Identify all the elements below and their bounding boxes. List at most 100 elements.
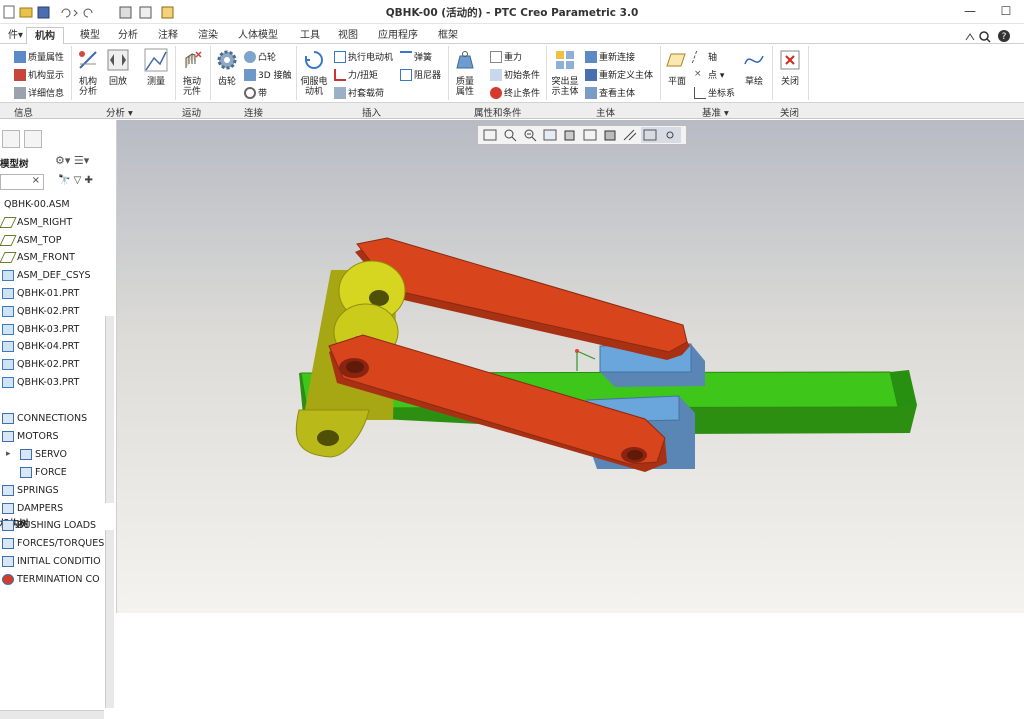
tab-view[interactable]: 视图 — [330, 27, 366, 44]
tab-framework[interactable]: 框架 — [430, 27, 466, 44]
mech-tree-item-force[interactable]: FORCE — [20, 464, 67, 481]
expand-arrow-icon[interactable]: ▸ — [6, 449, 11, 459]
tab-tools[interactable]: 工具 — [292, 27, 328, 44]
highlight-bodies-button[interactable]: 突出显示主体 — [548, 48, 582, 97]
model-tree-item[interactable]: ASM_DEF_CSYS — [2, 267, 91, 284]
servo-motor-button[interactable]: 伺服电动机 — [298, 48, 330, 97]
mech-tree-item-motors[interactable]: MOTORS — [2, 428, 59, 445]
model-tree-item[interactable]: QBHK-00.ASM — [4, 196, 70, 213]
mech-tree-item-termination-conditions[interactable]: TERMINATION CO — [2, 571, 100, 588]
gravity-button[interactable]: 重力 — [490, 50, 522, 63]
model-tree-item-label: QBHK-02.PRT — [17, 359, 80, 371]
annotation-display-icon[interactable] — [641, 127, 661, 143]
reconnect-button[interactable]: 重新连接 — [585, 50, 635, 63]
zoom-in-icon[interactable] — [501, 127, 521, 143]
cam-label: 凸轮 — [258, 53, 277, 63]
mech-tree-item-connections[interactable]: CONNECTIONS — [2, 410, 87, 427]
display-style-icon[interactable] — [561, 127, 581, 143]
gear-button[interactable]: 齿轮 — [212, 48, 242, 87]
damper-button[interactable]: 阻尼器 — [400, 68, 441, 81]
spring-button[interactable]: 弹簧 — [400, 50, 432, 63]
minimize-button[interactable]: — — [952, 0, 988, 22]
belt-button[interactable]: 带 — [244, 86, 267, 99]
ribbon: 质量属性 机构显示 详细信息 机构分析 回放 测量 拖动元件 齿轮 凸轮 3D … — [0, 44, 1024, 102]
mass-properties-button[interactable]: 质量属性 — [14, 50, 64, 63]
belt-icon — [244, 86, 256, 99]
cam-button[interactable]: 凸轮 — [244, 50, 276, 63]
model-tree-item[interactable]: QBHK-03.PRT — [2, 374, 79, 391]
mech-tree-item-servo[interactable]: ▸ SERVO — [6, 446, 67, 463]
sketch-button[interactable]: 草绘 — [740, 48, 768, 87]
mech-display-button[interactable]: 机构显示 — [14, 68, 64, 81]
bushing-load-button[interactable]: 衬套载荷 — [334, 86, 384, 99]
csys-button[interactable]: 坐标系 — [694, 86, 735, 99]
datum-display-icon[interactable] — [621, 127, 641, 143]
zoom-out-icon[interactable] — [521, 127, 541, 143]
plane-button[interactable]: 平面 — [664, 48, 690, 87]
tab-analysis[interactable]: 分析 — [110, 27, 146, 44]
saved-views-icon[interactable] — [581, 127, 601, 143]
model-tree-item-label: ASM_DEF_CSYS — [17, 270, 91, 282]
details-button[interactable]: 详细信息 — [14, 86, 64, 99]
mass-props-button[interactable]: 质量属性 — [450, 48, 480, 97]
model-tree-item[interactable]: QBHK-02.PRT — [2, 356, 79, 373]
axis-button[interactable]: 轴 — [691, 50, 717, 63]
force-torque-button[interactable]: 力/扭矩 — [334, 68, 378, 81]
folder-browser-tab-icon[interactable] — [24, 130, 42, 148]
model-tree-item[interactable]: QBHK-02.PRT — [2, 303, 79, 320]
measure-button[interactable]: 测量 — [140, 48, 172, 87]
tree-search-input[interactable]: × — [0, 174, 44, 190]
mech-tree-item-bushing-loads[interactable]: BUSHING LOADS — [2, 517, 96, 534]
model-tree-item[interactable]: QBHK-03.PRT — [2, 321, 79, 338]
tree-settings-icon[interactable]: ⚙▾ ☰▾ — [55, 154, 89, 167]
tab-render[interactable]: 渲染 — [190, 27, 226, 44]
graphics-viewport[interactable] — [117, 120, 1024, 613]
close-mechanism-button[interactable]: 关闭 — [776, 48, 804, 87]
refit-icon[interactable] — [481, 127, 501, 143]
close-label: 关闭 — [780, 77, 799, 87]
mechanism-3d-geometry[interactable] — [295, 237, 917, 472]
reconnect-label: 重新连接 — [599, 53, 636, 63]
mech-tree-scrollbar[interactable] — [105, 530, 114, 708]
mech-tree-item-springs[interactable]: SPRINGS — [2, 482, 59, 499]
help-search-icons[interactable]: ? — [960, 28, 1020, 44]
point-button[interactable]: × 点 ▾ — [694, 68, 724, 82]
exec-motor-button[interactable]: 执行电动机 — [334, 50, 393, 63]
mech-tree-item-dampers[interactable]: DAMPERS — [2, 500, 63, 517]
3d-contact-button[interactable]: 3D 接触 — [244, 68, 292, 81]
motors-icon — [2, 430, 14, 442]
mech-tree-item-initial-conditions[interactable]: INITIAL CONDITIO — [2, 553, 101, 570]
redefine-body-button[interactable]: 重新定义主体 — [585, 68, 653, 81]
view-manager-icon[interactable] — [601, 127, 621, 143]
tab-annotate[interactable]: 注释 — [150, 27, 186, 44]
initial-conditions-button[interactable]: 初始条件 — [490, 68, 540, 81]
view-body-button[interactable]: 查看主体 — [585, 86, 635, 99]
maximize-button[interactable]: ☐ — [988, 0, 1024, 22]
group-datum[interactable]: 基准 ▾ — [702, 105, 729, 119]
mech-tree-item-forces-torques[interactable]: FORCES/TORQUES — [2, 535, 104, 552]
spin-center-icon[interactable] — [661, 127, 681, 143]
model-tree-item[interactable]: ASM_RIGHT — [0, 214, 72, 231]
group-analysis[interactable]: 分析 ▾ — [106, 105, 133, 119]
init-label: 初始条件 — [504, 71, 541, 81]
mech-tree-hscroll[interactable] — [0, 710, 104, 719]
tab-human-model[interactable]: 人体模型 — [230, 27, 286, 44]
model-tree-item[interactable]: QBHK-04.PRT — [2, 338, 79, 355]
model-tree-item[interactable]: ASM_FRONT — [0, 249, 75, 266]
repaint-icon[interactable] — [541, 127, 561, 143]
playback-button[interactable]: 回放 — [104, 48, 132, 87]
model-tree-scrollbar[interactable] — [105, 316, 114, 503]
model-tree-item[interactable]: QBHK-01.PRT — [2, 285, 79, 302]
tree-filter-icons[interactable]: 🔭 ▽ ✚ — [58, 175, 93, 186]
tab-applications[interactable]: 应用程序 — [370, 27, 426, 44]
model-tree-tab-icon[interactable] — [2, 130, 20, 148]
assembly-model[interactable] — [117, 120, 1024, 613]
mech-analysis-button[interactable]: 机构分析 — [74, 48, 102, 97]
model-tree-item[interactable]: ASM_TOP — [0, 232, 62, 249]
sketch-icon — [744, 55, 764, 65]
termination-conditions-button[interactable]: 终止条件 — [490, 86, 540, 99]
tab-model[interactable]: 模型 — [72, 27, 108, 44]
tab-mechanism[interactable]: 机构 — [26, 27, 64, 45]
clear-search-icon[interactable]: × — [32, 175, 40, 186]
drag-components-button[interactable]: 拖动元件 — [178, 48, 206, 97]
